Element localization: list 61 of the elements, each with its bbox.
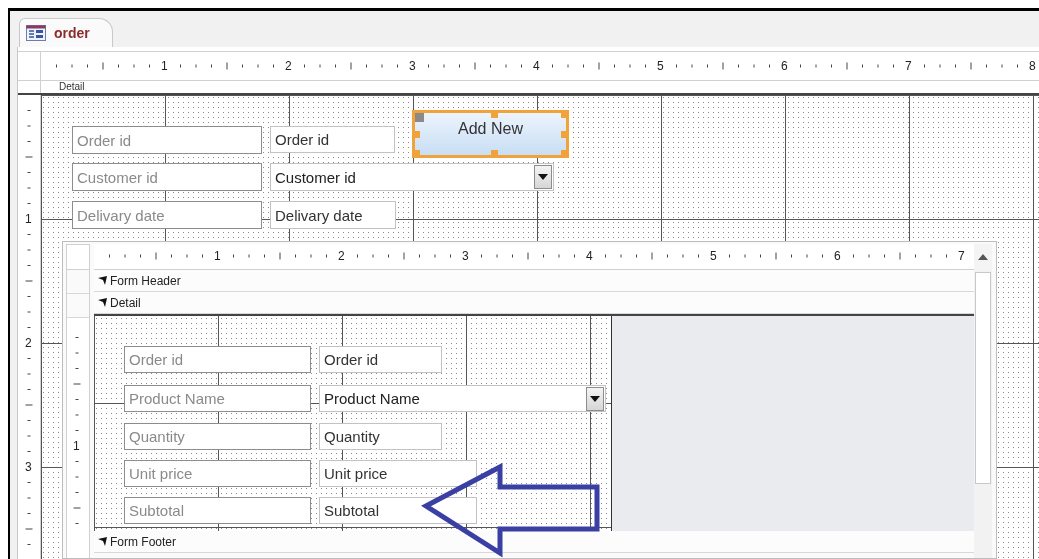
scroll-up-button[interactable] — [974, 244, 992, 270]
ruler-number: 3 — [462, 250, 469, 262]
ruler-number: 5 — [657, 60, 664, 72]
ruler-number: 1 — [214, 250, 221, 262]
ruler-number: 6 — [781, 60, 788, 72]
ruler-number: 8 — [1029, 60, 1036, 72]
field-label[interactable]: Subtotal — [124, 497, 311, 524]
text-box[interactable]: Quantity — [319, 423, 442, 450]
sizing-handle[interactable] — [561, 111, 568, 118]
caret-icon — [590, 395, 600, 402]
sizing-handle[interactable] — [413, 131, 420, 138]
sizing-handle[interactable] — [490, 111, 498, 118]
text-box[interactable]: Subtotal — [319, 497, 477, 524]
section-marker-icon — [98, 537, 107, 546]
combo-box[interactable]: Customer id — [270, 163, 554, 191]
sizing-handle[interactable] — [561, 150, 568, 157]
sizing-handle[interactable] — [413, 150, 420, 157]
field-label[interactable]: Order id — [72, 126, 262, 154]
ruler-number: 4 — [533, 60, 540, 72]
section-title: Form Footer — [110, 534, 176, 549]
section-title: Form Header — [110, 273, 181, 288]
ruler-number: 3 — [409, 60, 416, 72]
sizing-handle[interactable] — [490, 150, 498, 157]
text-box[interactable]: Order id — [270, 126, 395, 153]
up-caret-icon — [978, 254, 988, 260]
field-label[interactable]: Order id — [124, 346, 311, 373]
scroll-thumb[interactable] — [975, 272, 991, 484]
ruler-number: 2 — [338, 250, 345, 262]
dropdown-button[interactable] — [534, 165, 552, 189]
section-marker-icon — [98, 298, 107, 307]
ruler-number: 5 — [710, 250, 717, 262]
ruler-number: 4 — [586, 250, 593, 262]
subform-control[interactable]: 1 2 3 4 5 6 7 1 Form Header Detail Order id Order id Product Name Product Name Quantity Quantity Unit price Unit price Subtotal Subtotal Form Footer — [62, 241, 997, 559]
move-handle[interactable] — [415, 113, 424, 122]
text-box[interactable]: Order id — [319, 346, 442, 373]
ruler-number: 2 — [285, 60, 292, 72]
field-label[interactable]: Customer id — [72, 163, 262, 191]
field-label[interactable]: Unit price — [124, 460, 311, 487]
combo-box[interactable]: Product Name — [319, 385, 606, 412]
caret-icon — [538, 174, 548, 180]
section-title: Detail — [110, 295, 141, 310]
ruler-number: 3 — [25, 461, 32, 473]
ruler-number: 2 — [25, 337, 32, 349]
text-box[interactable]: Unit price — [319, 460, 477, 487]
document-tab[interactable]: order — [19, 18, 113, 47]
ruler-number: 1 — [161, 60, 168, 72]
ruler-corner[interactable] — [66, 244, 90, 270]
dropdown-button[interactable] — [586, 386, 604, 411]
ruler-number: 1 — [25, 213, 32, 225]
field-label[interactable]: Product Name — [124, 385, 311, 412]
ruler-number: 7 — [958, 250, 965, 262]
text-box[interactable]: Delivary date — [270, 201, 396, 229]
ruler-number: 6 — [834, 250, 841, 262]
ruler-number: 1 — [73, 440, 80, 452]
section-marker-icon — [98, 276, 107, 285]
sizing-handle[interactable] — [561, 131, 568, 138]
field-label[interactable]: Delivary date — [72, 201, 262, 229]
scrollbar[interactable] — [974, 270, 992, 558]
ruler-number: 7 — [905, 60, 912, 72]
section-title: Detail — [58, 81, 85, 93]
form-icon — [26, 25, 46, 41]
